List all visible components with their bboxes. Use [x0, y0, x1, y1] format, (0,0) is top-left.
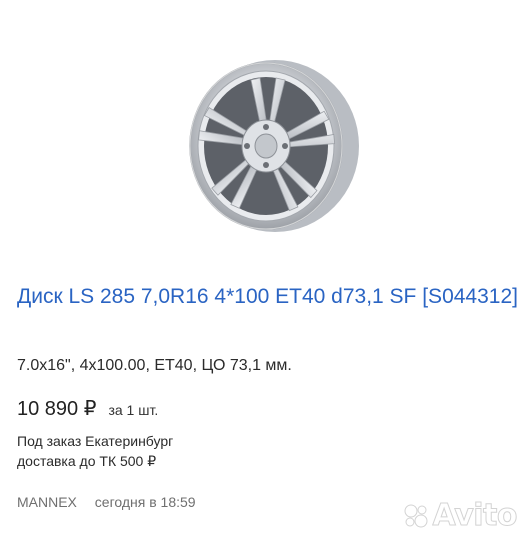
- delivery-text: доставка до ТК 500 ₽: [17, 453, 157, 469]
- availability-text: Под заказ Екатеринбург: [17, 433, 174, 449]
- alloy-wheel-icon: [189, 60, 359, 232]
- price-unit: за 1 шт.: [108, 402, 159, 418]
- posted-date: сегодня в 18:59: [94, 494, 196, 510]
- avito-watermark: Avito: [403, 498, 518, 534]
- listing-specs: 7.0x16", 4x100.00, ET40, ЦО 73,1 мм.: [17, 357, 292, 374]
- watermark-text: Avito: [432, 498, 518, 534]
- listing-title-link[interactable]: Диск LS 285 7,0R16 4*100 ET40 d73,1 SF […: [17, 282, 522, 311]
- delivery-info: Под заказ Екатеринбург доставка до ТК 50…: [17, 431, 173, 471]
- seller-name[interactable]: MANNEX: [17, 494, 77, 510]
- price: 10 890 ₽: [17, 398, 97, 420]
- listing-footer: MANNEX сегодня в 18:59: [17, 493, 196, 511]
- product-image[interactable]: [0, 0, 527, 262]
- avito-dots-logo-icon: [404, 504, 428, 527]
- price-row: 10 890 ₽ за 1 шт.: [17, 396, 158, 422]
